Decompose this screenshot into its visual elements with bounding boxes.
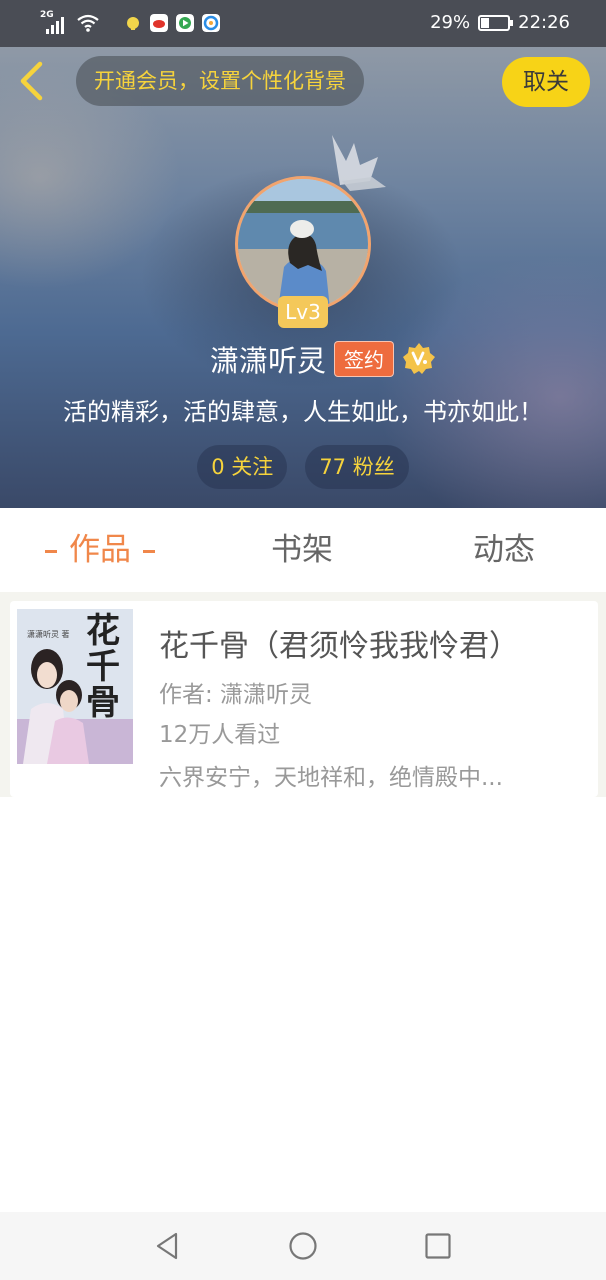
book-description: 六界安宁，天地祥和，绝情殿中... xyxy=(159,765,503,791)
user-bio: 活的精彩，活的肆意，人生如此，书亦如此！ xyxy=(63,398,543,426)
profile-tabs: 作品 书架 动态 xyxy=(0,508,606,592)
nav-home-icon[interactable] xyxy=(285,1228,321,1264)
level-badge: Lv3 xyxy=(278,296,328,328)
cover-title: 花千骨 xyxy=(86,611,120,723)
video-app-icon xyxy=(176,14,194,32)
wifi-icon xyxy=(77,14,99,32)
signal-icon: 2G xyxy=(40,10,68,34)
following-count[interactable]: 0 关注 xyxy=(197,445,288,489)
tab-label: 作品 xyxy=(69,532,131,568)
signed-author-badge: 签约 xyxy=(334,341,394,377)
user-avatar[interactable] xyxy=(235,176,371,312)
tab-label: 动态 xyxy=(473,532,535,568)
battery-icon xyxy=(478,14,514,31)
book-views: 12万人看过 xyxy=(159,722,281,748)
profile-header: 开通会员，设置个性化背景 取关 Lv3 潇潇听灵 签约 活的精彩，活的肆意，人生… xyxy=(0,47,606,508)
weibo-app-icon xyxy=(150,14,168,32)
clock: 22:26 xyxy=(518,12,570,33)
vip-background-prompt[interactable]: 开通会员，设置个性化背景 xyxy=(76,56,364,106)
unfollow-button[interactable]: 取关 xyxy=(502,57,590,107)
nav-back-icon[interactable] xyxy=(150,1228,186,1264)
name-row: 潇潇听灵 签约 xyxy=(0,337,606,381)
tab-indicator-right xyxy=(143,550,155,553)
tab-activity[interactable]: 动态 xyxy=(404,508,604,592)
book-author: 作者: 潇潇听灵 xyxy=(159,682,313,708)
tab-label: 书架 xyxy=(271,532,333,568)
book-cover[interactable]: 潇潇听灵 著 花千骨 xyxy=(17,609,133,764)
tab-works[interactable]: 作品 xyxy=(0,508,200,592)
notification-app-icon xyxy=(127,17,139,30)
works-list: 潇潇听灵 著 花千骨 花千骨（君须怜我我怜君） 作者: 潇潇听灵 12万人看过 … xyxy=(0,592,606,797)
cover-author: 潇潇听灵 著 xyxy=(27,630,70,639)
browser-app-icon xyxy=(202,14,220,32)
book-title[interactable]: 花千骨（君须怜我我怜君） xyxy=(159,621,519,665)
followers-count[interactable]: 77 粉丝 xyxy=(305,445,409,489)
battery-percent: 29% xyxy=(430,12,471,33)
status-bar: 2G 29% 22:26 xyxy=(0,0,606,47)
back-arrow-icon[interactable] xyxy=(14,61,50,101)
follow-stats: 0 关注 77 粉丝 xyxy=(0,445,606,489)
user-name: 潇潇听灵 xyxy=(209,344,326,378)
book-card[interactable]: 潇潇听灵 著 花千骨 花千骨（君须怜我我怜君） 作者: 潇潇听灵 12万人看过 … xyxy=(10,601,598,797)
verified-v-icon xyxy=(403,343,435,374)
tab-bookshelf[interactable]: 书架 xyxy=(202,508,402,592)
nav-recent-apps-icon[interactable] xyxy=(420,1228,456,1264)
tab-indicator-left xyxy=(45,550,57,553)
system-nav-bar xyxy=(0,1212,606,1280)
